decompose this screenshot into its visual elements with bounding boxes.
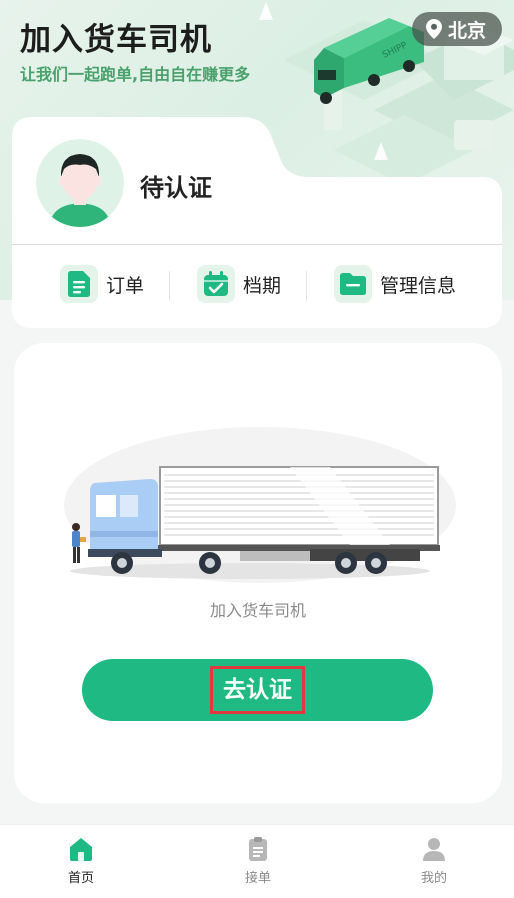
user-icon	[423, 838, 445, 861]
profile-card: 待认证 订单 档期 管理信息	[12, 117, 502, 328]
document-icon	[60, 265, 98, 303]
verify-button[interactable]: 去认证	[82, 659, 433, 721]
calendar-check-icon	[197, 265, 235, 303]
bottom-nav: 首页 接单 我的	[0, 824, 514, 898]
card-caption: 加入货车司机	[209, 601, 306, 620]
nav-item-mine-label: 我的	[420, 871, 447, 886]
clipboard-icon	[249, 837, 267, 861]
city-selector[interactable]: 北京	[411, 12, 502, 46]
divider	[169, 271, 170, 301]
quick-link-schedule-label: 档期	[243, 274, 282, 297]
folder-icon	[334, 265, 372, 303]
location-pin-icon	[425, 19, 442, 39]
join-driver-card: 加入货车司机 去认证	[14, 343, 502, 803]
city-name: 北京	[447, 19, 486, 42]
nav-item-mine[interactable]: 我的	[394, 835, 474, 886]
page-subtitle: 让我们一起跑单,自由自在赚更多	[20, 65, 251, 84]
nav-item-orders-label: 接单	[244, 871, 271, 886]
quick-link-schedule[interactable]: 档期	[197, 265, 281, 303]
verification-status: 待认证	[140, 174, 212, 202]
quick-links: 订单 档期 管理信息	[12, 245, 502, 328]
quick-link-manage-info-label: 管理信息	[380, 274, 457, 297]
truck-illustration	[64, 427, 456, 583]
nav-item-orders[interactable]: 接单	[218, 835, 298, 886]
home-icon	[70, 838, 92, 861]
driver-avatar[interactable]	[36, 139, 124, 227]
page-title: 加入货车司机	[20, 22, 212, 58]
verify-button-label: 去认证	[210, 666, 305, 714]
quick-link-orders-label: 订单	[106, 274, 145, 297]
quick-link-orders[interactable]: 订单	[60, 265, 144, 303]
quick-link-manage-info[interactable]: 管理信息	[334, 265, 456, 303]
nav-item-home-label: 首页	[67, 871, 94, 886]
divider	[306, 271, 307, 301]
nav-item-home[interactable]: 首页	[41, 835, 121, 886]
